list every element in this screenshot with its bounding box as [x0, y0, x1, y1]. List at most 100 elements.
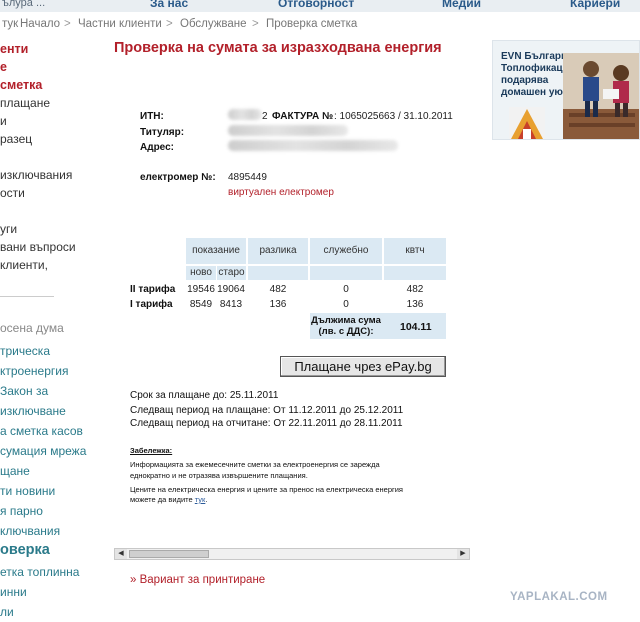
sidebar-item[interactable]: енти — [0, 42, 28, 56]
print-link-bullet: » — [130, 574, 137, 586]
itn-blurred-value — [228, 109, 262, 120]
sidebar-item[interactable]: ктроенергия — [0, 364, 68, 378]
cell-diff: 482 — [269, 284, 287, 295]
sidebar-divider — [0, 296, 54, 297]
main-content: Проверка на сумата за изразходвана енерг… — [110, 38, 480, 622]
sidebar-item[interactable]: щане — [0, 464, 30, 478]
meter-label: електромер №: — [140, 172, 216, 183]
top-navigation: ълура ... За нас Отговорност Медии Карие… — [0, 0, 640, 12]
meter-number: 4895449 — [228, 172, 267, 183]
note-line: можете да видите тук. — [130, 495, 208, 504]
sidebar-item[interactable]: е — [0, 60, 7, 74]
payment-deadline: Срок за плащане до: 25.11.2011 — [130, 390, 279, 401]
toplofikatsiya-logo-icon — [509, 107, 545, 139]
sidebar-item[interactable]: и — [0, 114, 7, 128]
sidebar-item[interactable]: вани въпроси — [0, 240, 76, 254]
sidebar-item[interactable]: изключване — [0, 404, 66, 418]
row-label-tariff-2: II тарифа — [130, 284, 176, 295]
sidebar-item[interactable]: етка топлинна — [0, 565, 79, 579]
sidebar-item[interactable]: осена дума — [0, 321, 64, 335]
scroll-left-icon[interactable]: ◀ — [115, 549, 127, 559]
cell-service: 0 — [343, 284, 349, 295]
sidebar-item[interactable]: инни — [0, 585, 27, 599]
sidebar-item-current[interactable]: сметка — [0, 78, 42, 92]
sidebar-item[interactable]: изключвания — [0, 168, 72, 182]
pay-epay-button[interactable]: Плащане чрез ePay.bg — [280, 356, 446, 377]
holder-blurred-value — [228, 125, 348, 136]
itn-label: ИТН: — [140, 111, 164, 122]
nav-about[interactable]: За нас — [150, 0, 188, 10]
sidebar-item[interactable]: сумация мрежа — [0, 444, 86, 458]
next-payment-period: Следващ период на плащане: От 11.12.2011… — [130, 405, 404, 416]
scroll-thumb[interactable] — [129, 550, 209, 558]
cell-kwh: 482 — [406, 284, 424, 295]
breadcrumb-separator: > — [166, 18, 173, 30]
note-heading: Забележка: — [130, 446, 173, 455]
subheader-blank — [384, 266, 446, 280]
subheader-blank — [248, 266, 308, 280]
sidebar-item[interactable]: ости — [0, 186, 25, 200]
breadcrumb-prefix: тук — [2, 18, 19, 30]
note-line: Цените на електрическа енергия и цените … — [130, 485, 403, 494]
promo-banner[interactable]: EVN България Топлофикация подарява домаш… — [492, 40, 640, 140]
sidebar-item-current[interactable]: оверка — [0, 542, 50, 558]
cell-kwh: 136 — [406, 299, 424, 310]
note-line: Информацията за ежемесечните сметки за е… — [130, 460, 380, 469]
cell-new: 19546 — [187, 284, 215, 295]
note-line: еднократно и не отразява извършените пла… — [130, 471, 308, 480]
row-label-tariff-1: I тарифа — [130, 299, 173, 310]
invoice-label: ФАКТУРА № — [272, 111, 334, 122]
sidebar-item[interactable]: ли — [0, 605, 14, 619]
breadcrumb: тук Начало > Частни клиенти > Обслужване… — [0, 14, 640, 36]
header-reading: показание — [186, 238, 246, 264]
invoice-value: : 1065025663 / 31.10.2011 — [334, 111, 453, 122]
cell-new: 8549 — [189, 299, 213, 310]
horizontal-scrollbar[interactable]: ◀ ▶ — [114, 548, 470, 560]
sidebar-item[interactable]: ти новини — [0, 484, 55, 498]
family-photo-icon — [563, 53, 639, 139]
top-brand-text: ълура ... — [2, 0, 46, 9]
breadcrumb-separator: > — [252, 18, 259, 30]
sidebar-item[interactable]: я парно — [0, 504, 43, 518]
breadcrumb-current: Проверка сметка — [266, 18, 358, 30]
sidebar-item[interactable]: клиенти, — [0, 258, 48, 272]
holder-label: Титуляр: — [140, 127, 185, 138]
breadcrumb-service[interactable]: Обслужване — [180, 18, 247, 30]
nav-media[interactable]: Медии — [442, 0, 481, 10]
breadcrumb-home[interactable]: Начало — [20, 18, 60, 30]
sidebar-item[interactable]: трическа — [0, 344, 50, 358]
left-sidebar: енти е сметка плащане и разец изключвани… — [0, 38, 110, 622]
print-version-link[interactable]: » Вариант за принтиране — [130, 574, 265, 586]
page-title: Проверка на сумата за изразходвана енерг… — [114, 40, 442, 56]
subheader-old: старо — [217, 266, 246, 280]
cell-diff: 136 — [269, 299, 287, 310]
breadcrumb-separator: > — [64, 18, 71, 30]
sidebar-item[interactable]: уги — [0, 222, 17, 236]
sidebar-item[interactable]: ключвания — [0, 524, 60, 538]
subheader-blank — [310, 266, 382, 280]
next-reading-period: Следващ период на отчитане: От 22.11.201… — [130, 418, 403, 429]
sidebar-item[interactable]: а сметка касов — [0, 424, 83, 438]
scroll-right-icon[interactable]: ▶ — [457, 549, 469, 559]
watermark: YAPLAKAL.COM — [510, 591, 608, 603]
address-label: Адрес: — [140, 142, 174, 153]
sidebar-item[interactable]: разец — [0, 132, 32, 146]
prices-link[interactable]: тук — [195, 495, 206, 504]
due-amount-box: Дължима сума (лв. с ДДС): 104.11 — [310, 313, 446, 339]
itn-value-tail: 2 — [262, 111, 268, 122]
cell-old: 8413 — [219, 299, 243, 310]
sidebar-item[interactable]: плащане — [0, 96, 50, 110]
breadcrumb-private-clients[interactable]: Частни клиенти — [78, 18, 162, 30]
sidebar-item[interactable]: Закон за — [0, 384, 48, 398]
due-amount-label: Дължима сума (лв. с ДДС): — [311, 315, 381, 337]
nav-careers[interactable]: Кариери — [570, 0, 620, 10]
due-amount-value: 104.11 — [400, 321, 432, 333]
cell-service: 0 — [343, 299, 349, 310]
header-kwh: квтч — [384, 238, 446, 264]
header-difference: разлика — [248, 238, 308, 264]
nav-responsibility[interactable]: Отговорност — [278, 0, 354, 10]
cell-old: 19064 — [217, 284, 245, 295]
subheader-new: ново — [186, 266, 216, 280]
header-service: служебно — [310, 238, 382, 264]
print-link-label: Вариант за принтиране — [139, 574, 266, 586]
